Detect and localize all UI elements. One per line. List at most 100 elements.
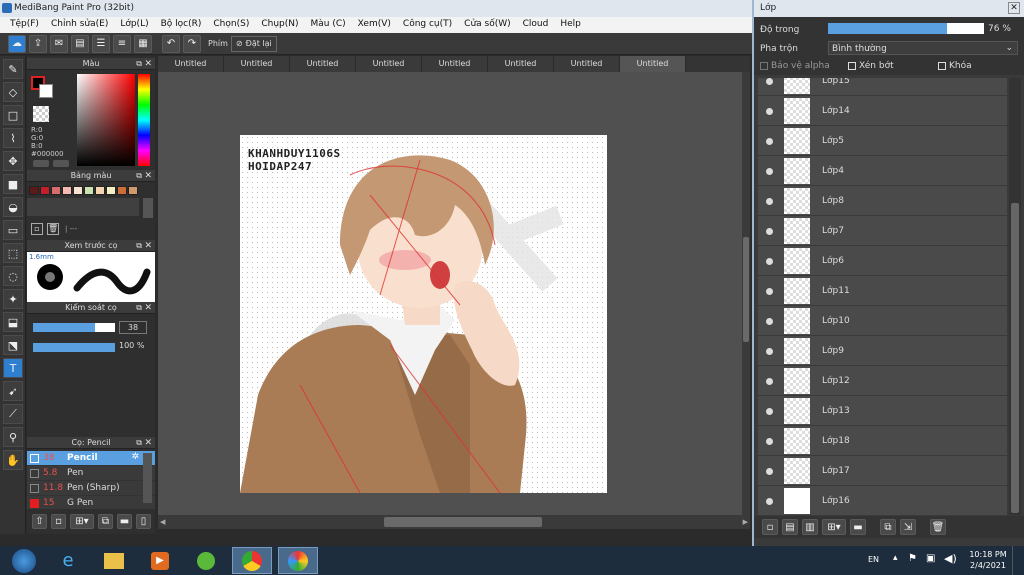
close-icon[interactable]: ✕ <box>144 302 152 314</box>
close-icon[interactable]: ✕ <box>144 58 152 70</box>
magic-wand-tool-icon[interactable]: ✦ <box>3 289 23 309</box>
lock-toggle[interactable]: Khóa <box>938 61 972 71</box>
color-mode-button[interactable] <box>33 160 49 167</box>
visibility-icon[interactable] <box>766 108 773 115</box>
tray-expand-icon[interactable]: ▴ <box>893 553 898 563</box>
new-palette-icon[interactable]: ▫ <box>31 223 43 235</box>
brush-item-pencil[interactable]: 38 Pencil ✲ <box>27 451 155 466</box>
brush-size-slider[interactable] <box>33 323 115 332</box>
palette-scrollbar[interactable] <box>143 198 153 218</box>
bucket-tool-icon[interactable]: ◒ <box>3 197 23 217</box>
blend-mode-select[interactable]: Bình thường ⌄ <box>828 41 1018 55</box>
menu-window[interactable]: Cửa số(W) <box>458 17 516 33</box>
new-1bit-layer-icon[interactable]: ▥ <box>802 519 818 535</box>
popout-icon[interactable]: ⧉ <box>136 437 142 449</box>
brush-opacity-slider[interactable] <box>33 343 115 352</box>
layer-item[interactable]: Lớp12 <box>758 366 1007 396</box>
visibility-icon[interactable] <box>766 438 773 445</box>
checkbox[interactable] <box>938 62 946 70</box>
palette-swatch[interactable] <box>40 186 50 195</box>
cloud-brush-icon[interactable]: ⇧ <box>32 513 47 529</box>
menu-tools[interactable]: Công cụ(T) <box>397 17 458 33</box>
action-center-icon[interactable]: ⚑ <box>908 553 917 564</box>
delete-brush-icon[interactable]: ▯ <box>136 513 151 529</box>
comment-icon[interactable]: ✉ <box>50 34 68 53</box>
vertical-scroll-thumb[interactable] <box>743 237 749 342</box>
close-icon[interactable]: ✕ <box>144 240 152 252</box>
clock[interactable]: 10:18 PM 2/4/2021 <box>968 549 1008 571</box>
grid-icon[interactable]: ▦ <box>134 34 152 53</box>
select-pen-tool-icon[interactable]: ⬓ <box>3 312 23 332</box>
visibility-icon[interactable] <box>766 318 773 325</box>
tab-untitled-8[interactable]: Untitled <box>620 56 686 72</box>
menu-select[interactable]: Chọn(S) <box>207 17 255 33</box>
reset-button[interactable]: ⊘ Đặt lại <box>230 35 277 52</box>
settings-list-icon[interactable]: ≡ <box>113 34 131 53</box>
medibang-taskbar-button[interactable] <box>278 547 318 574</box>
scroll-left-arrow[interactable]: ◀ <box>160 518 165 526</box>
palette-swatch[interactable] <box>29 186 39 195</box>
brush-item-pen[interactable]: 5.8 Pen <box>27 466 155 481</box>
divide-tool-icon[interactable]: ⟋ <box>3 404 23 424</box>
select-eraser-tool-icon[interactable]: ⬔ <box>3 335 23 355</box>
visibility-icon[interactable] <box>766 258 773 265</box>
visibility-icon[interactable] <box>766 378 773 385</box>
gradient-tool-icon[interactable]: ▭ <box>3 220 23 240</box>
palette-swatch[interactable] <box>62 186 72 195</box>
rectangle-tool-icon[interactable]: □ <box>3 105 23 125</box>
brush-size-value[interactable]: 38 <box>119 321 147 334</box>
lasso-tool-icon[interactable]: ◌ <box>3 266 23 286</box>
folder-icon[interactable]: ▬ <box>850 519 866 535</box>
tab-untitled-1[interactable]: Untitled <box>158 56 224 72</box>
brush-item-g-pen[interactable]: 15 G Pen <box>27 496 155 509</box>
layer-item[interactable]: Lớp13 <box>758 396 1007 426</box>
close-icon[interactable]: ✕ <box>1008 2 1020 14</box>
menu-layer[interactable]: Lớp(L) <box>114 17 154 33</box>
tab-untitled-3[interactable]: Untitled <box>290 56 356 72</box>
copy-brush-icon[interactable]: ⧉ <box>98 513 113 529</box>
network-icon[interactable]: ▣ <box>926 553 935 564</box>
menu-cloud[interactable]: Cloud <box>517 17 555 33</box>
text-tool-icon[interactable]: T <box>3 358 23 378</box>
app-taskbar-button[interactable] <box>186 547 226 574</box>
ie-taskbar-button[interactable]: e <box>48 547 88 574</box>
layer-item[interactable]: Lớp10 <box>758 306 1007 336</box>
saturation-value-picker[interactable] <box>77 74 135 166</box>
layer-item[interactable]: Lớp9 <box>758 336 1007 366</box>
fill-rect-tool-icon[interactable]: ■ <box>3 174 23 194</box>
tab-untitled-7[interactable]: Untitled <box>554 56 620 72</box>
layer-list-scrollbar[interactable] <box>1009 78 1021 515</box>
layer-item[interactable]: Lớp16 <box>758 486 1007 515</box>
tab-untitled-2[interactable]: Untitled <box>224 56 290 72</box>
visibility-icon[interactable] <box>766 168 773 175</box>
layer-item[interactable]: Lớp15 <box>758 78 1007 96</box>
layer-item[interactable]: Lớp8 <box>758 186 1007 216</box>
show-desktop-button[interactable] <box>1012 546 1024 575</box>
protect-alpha-toggle[interactable]: Bảo vệ alpha <box>760 61 830 71</box>
delete-palette-icon[interactable]: 🗑 <box>47 223 59 235</box>
brush-tool-icon[interactable]: ✎ <box>3 59 23 79</box>
layer-item[interactable]: Lớp14 <box>758 96 1007 126</box>
menu-filter[interactable]: Bộ lọc(R) <box>155 17 208 33</box>
secondary-color-swatch[interactable] <box>39 84 53 98</box>
transparent-swatch[interactable] <box>33 106 49 122</box>
media-taskbar-button[interactable]: ▶ <box>140 547 180 574</box>
eyedropper-tool-icon[interactable]: ⚲ <box>3 427 23 447</box>
checkbox[interactable] <box>760 62 768 70</box>
palette-swatch[interactable] <box>106 186 116 195</box>
visibility-icon[interactable] <box>766 288 773 295</box>
folder-icon[interactable]: ▬ <box>117 513 132 529</box>
tab-untitled-5[interactable]: Untitled <box>422 56 488 72</box>
select-rect-tool-icon[interactable]: ⬚ <box>3 243 23 263</box>
palette-swatch[interactable] <box>84 186 94 195</box>
redo-icon[interactable]: ↷ <box>183 34 201 53</box>
palette-swatch[interactable] <box>128 186 138 195</box>
visibility-icon[interactable] <box>766 138 773 145</box>
layer-item[interactable]: Lớp4 <box>758 156 1007 186</box>
layer-item[interactable]: Lớp18 <box>758 426 1007 456</box>
palette-swatch[interactable] <box>51 186 61 195</box>
tab-untitled-6[interactable]: Untitled <box>488 56 554 72</box>
menu-edit[interactable]: Chỉnh sửa(E) <box>45 17 114 33</box>
brush-list-scrollbar[interactable] <box>143 453 152 503</box>
add-layer-dropdown-icon[interactable]: ⊞▾ <box>822 519 846 535</box>
